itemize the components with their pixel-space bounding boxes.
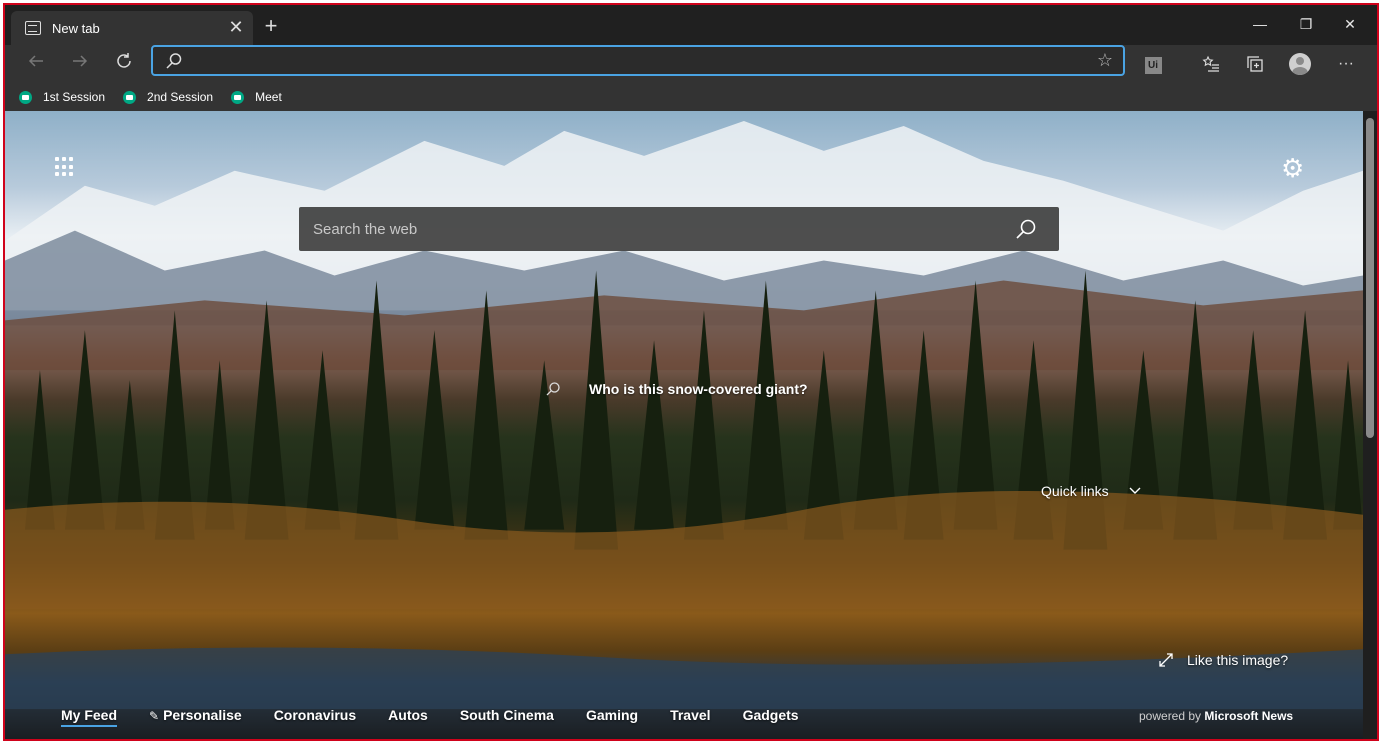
- meet-icon: [231, 90, 245, 104]
- navigation-toolbar: ☆ Ui ···: [5, 45, 1377, 83]
- expand-icon: [1159, 653, 1173, 667]
- search-icon[interactable]: [1015, 218, 1037, 245]
- powered-brand: Microsoft News: [1204, 709, 1294, 723]
- meet-icon: [19, 90, 32, 104]
- search-icon: [546, 382, 560, 396]
- tab-personalise[interactable]: ✎ Personalise: [149, 707, 242, 723]
- chevron-down-icon: [1129, 487, 1141, 494]
- tab-gaming[interactable]: Gaming: [586, 707, 638, 723]
- powered-by-attribution[interactable]: powered by Microsoft News: [1139, 709, 1293, 723]
- quick-links-toggle[interactable]: Quick links: [1041, 483, 1141, 499]
- favorite-label: 1st Session: [43, 90, 106, 104]
- title-bar: New tab ✕ + — ❐ ✕: [5, 5, 1377, 45]
- tab-new-tab[interactable]: New tab ✕: [11, 11, 253, 45]
- image-question-text: Who is this snow-covered giant?: [589, 381, 808, 397]
- search-icon: [165, 52, 183, 75]
- image-question-link[interactable]: Who is this snow-covered giant?: [545, 381, 808, 397]
- back-button[interactable]: [21, 49, 51, 79]
- tab-my-feed[interactable]: My Feed: [61, 707, 118, 727]
- uipath-extension-button[interactable]: Ui: [1137, 48, 1169, 80]
- favorite-item-2nd-session[interactable]: 2nd Session: [123, 90, 213, 104]
- tab-south-cinema[interactable]: South Cinema: [460, 707, 554, 723]
- refresh-icon: [117, 53, 131, 68]
- forward-arrow-icon: [73, 55, 88, 67]
- meet-icon: [123, 90, 137, 104]
- browser-window: New tab ✕ + — ❐ ✕ ☆ Ui ··· 1st Session 2…: [3, 3, 1379, 741]
- tab-gadgets[interactable]: Gadgets: [743, 707, 799, 723]
- address-input[interactable]: [189, 47, 1083, 74]
- pencil-icon: ✎: [149, 709, 160, 723]
- new-tab-page: ⚙ Who is this snow-covered giant? Quick …: [5, 111, 1363, 739]
- like-image-button[interactable]: Like this image?: [1159, 652, 1288, 668]
- forward-button[interactable]: [65, 49, 95, 79]
- favorite-item-1st-session[interactable]: 1st Session: [19, 90, 105, 104]
- tab-autos[interactable]: Autos: [388, 707, 428, 723]
- favorite-star-icon[interactable]: ☆: [1097, 50, 1113, 71]
- new-tab-button[interactable]: +: [257, 13, 285, 41]
- web-search-input[interactable]: [313, 207, 993, 251]
- news-feed-tabs: My Feed ✎ Personalise Coronavirus Autos S…: [61, 707, 831, 727]
- like-image-label: Like this image?: [1187, 652, 1289, 668]
- collections-button[interactable]: [1239, 48, 1271, 80]
- restore-button[interactable]: ❐: [1283, 9, 1329, 39]
- tab-coronavirus[interactable]: Coronavirus: [274, 707, 356, 723]
- quick-links-label: Quick links: [1041, 483, 1109, 499]
- refresh-button[interactable]: [109, 49, 139, 79]
- profile-button[interactable]: [1284, 48, 1316, 80]
- favorite-item-meet[interactable]: Meet: [231, 90, 282, 104]
- tab-personalise-label: Personalise: [163, 707, 242, 723]
- tab-close-button[interactable]: ✕: [225, 16, 247, 38]
- favorites-list-icon: [1202, 55, 1219, 72]
- favorites-bar: 1st Session 2nd Session Meet: [5, 83, 1377, 111]
- favorites-button[interactable]: [1195, 48, 1227, 80]
- ui-extension-icon: Ui: [1144, 57, 1162, 74]
- new-tab-page-icon: [25, 21, 41, 35]
- favorite-label: 2nd Session: [147, 90, 214, 104]
- web-search-box[interactable]: [299, 207, 1059, 251]
- apps-grid-icon[interactable]: [55, 157, 75, 177]
- settings-more-button[interactable]: ···: [1330, 48, 1362, 80]
- background-image: [5, 120, 1363, 710]
- address-bar[interactable]: ☆: [151, 45, 1125, 76]
- scrollbar-thumb[interactable]: [1366, 118, 1374, 438]
- close-window-button[interactable]: ✕: [1327, 9, 1373, 39]
- avatar-icon: [1289, 53, 1311, 75]
- page-settings-gear-icon[interactable]: ⚙: [1281, 153, 1304, 184]
- favorite-label: Meet: [255, 90, 282, 104]
- powered-prefix: powered by: [1139, 709, 1202, 723]
- tab-travel[interactable]: Travel: [670, 707, 710, 723]
- collections-icon: [1247, 56, 1263, 72]
- back-arrow-icon: [28, 55, 43, 67]
- minimize-button[interactable]: —: [1237, 9, 1283, 39]
- tab-title: New tab: [52, 20, 100, 36]
